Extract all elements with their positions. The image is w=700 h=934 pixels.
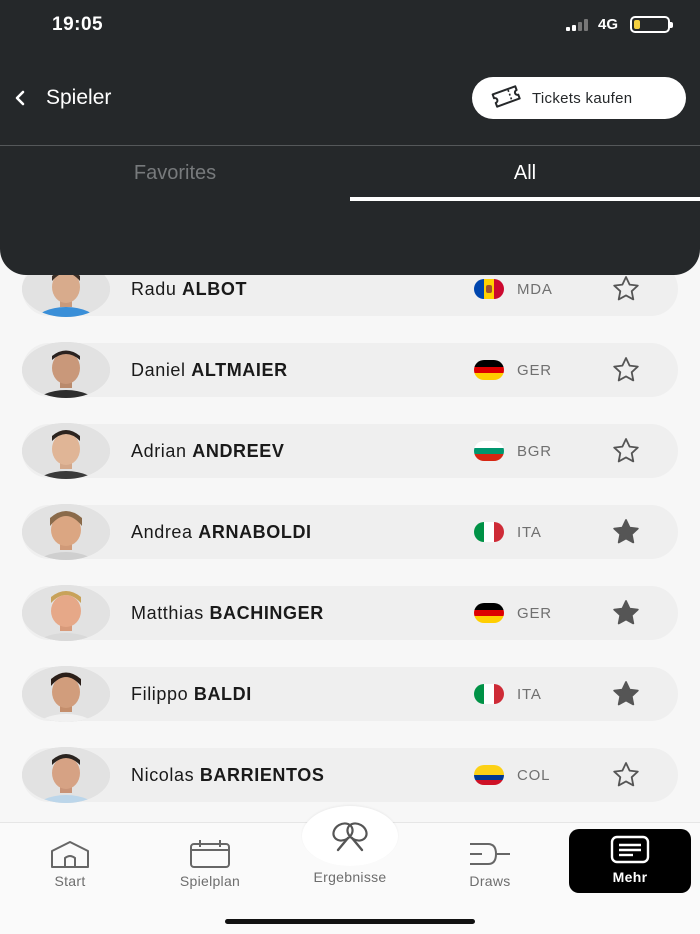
player-name: Nicolas BARRIENTOS [131,764,325,785]
avatar [22,747,110,803]
nav-draws[interactable]: Draws [430,833,550,889]
active-tab-indicator [350,197,700,201]
player-row[interactable]: Andrea ARNABOLDI ITA [22,504,678,560]
player-row[interactable]: Matthias BACHINGER GER [22,585,678,641]
flag-it-icon [474,684,504,704]
home-indicator [225,919,475,924]
avatar [22,666,110,722]
tickets-label: Tickets kaufen [532,89,633,107]
country-code: ITA [517,523,542,541]
flag-bg-icon [474,441,504,461]
country-code: COL [517,766,551,784]
flag-md-icon [474,279,504,299]
nav-spielplan-label: Spielplan [179,873,241,889]
nav-mehr[interactable]: Mehr [569,829,691,893]
player-row[interactable]: Adrian ANDREEV BGR [22,423,678,479]
avatar [22,423,110,479]
country-code: MDA [517,280,553,298]
network-label: 4G [597,16,618,33]
nav-ergebnisse-label: Ergebnisse [313,869,387,885]
star-filled-icon[interactable] [610,516,642,548]
tab-all[interactable]: All [350,162,700,185]
flag-it-icon [474,522,504,542]
player-name: Andrea ARNABOLDI [131,521,312,542]
signal-icon [565,18,588,31]
avatar [22,585,110,641]
nav-draws-label: Draws [469,873,511,889]
ticket-icon [490,84,522,113]
header: 19:05 4G Spieler Tickets kaufen Favorite… [0,0,700,275]
player-name: Adrian ANDREEV [131,440,285,461]
status-icons: 4G [565,16,673,33]
country-code: BGR [517,442,552,460]
country-code: ITA [517,685,542,703]
player-name: Filippo BALDI [131,683,252,704]
star-filled-icon[interactable] [610,597,642,629]
page-title: Spieler [46,86,112,109]
status-time: 19:05 [52,14,104,35]
nav-start-label: Start [54,873,86,889]
country-code: GER [517,361,552,379]
star-outline-icon[interactable] [610,435,642,467]
back-button[interactable]: Spieler [14,86,111,110]
player-name: Matthias BACHINGER [131,602,324,623]
player-row[interactable]: Nicolas BARRIENTOS COL [22,747,678,803]
star-filled-icon[interactable] [610,678,642,710]
menu-icon [610,835,650,864]
racket-icon [332,822,368,852]
flag-de-icon [474,360,504,380]
ergebnisse-icon-button[interactable] [302,806,398,866]
country-code: GER [517,604,552,622]
tab-favorites[interactable]: Favorites [0,162,350,185]
tickets-button[interactable]: Tickets kaufen [472,77,686,119]
calendar-icon [190,840,230,868]
chevron-left-icon [14,86,30,110]
player-row[interactable]: Filippo BALDI ITA [22,666,678,722]
avatar [22,342,110,398]
star-outline-icon[interactable] [610,354,642,386]
star-outline-icon[interactable] [610,273,642,305]
draws-bracket-icon [470,843,510,865]
flag-co-icon [474,765,504,785]
battery-icon [630,16,673,33]
flag-de-icon [474,603,504,623]
player-list: Radu ALBOT MDA Daniel ALTMAIER GER Adria… [0,262,700,822]
player-row[interactable]: Daniel ALTMAIER GER [22,342,678,398]
player-name: Radu ALBOT [131,278,248,299]
home-icon [51,841,89,868]
star-outline-icon[interactable] [610,759,642,791]
nav-start[interactable]: Start [10,833,130,889]
header-divider [0,145,700,146]
nav-mehr-label: Mehr [612,869,648,885]
avatar [22,504,110,560]
player-name: Daniel ALTMAIER [131,359,288,380]
nav-spielplan[interactable]: Spielplan [150,833,270,889]
